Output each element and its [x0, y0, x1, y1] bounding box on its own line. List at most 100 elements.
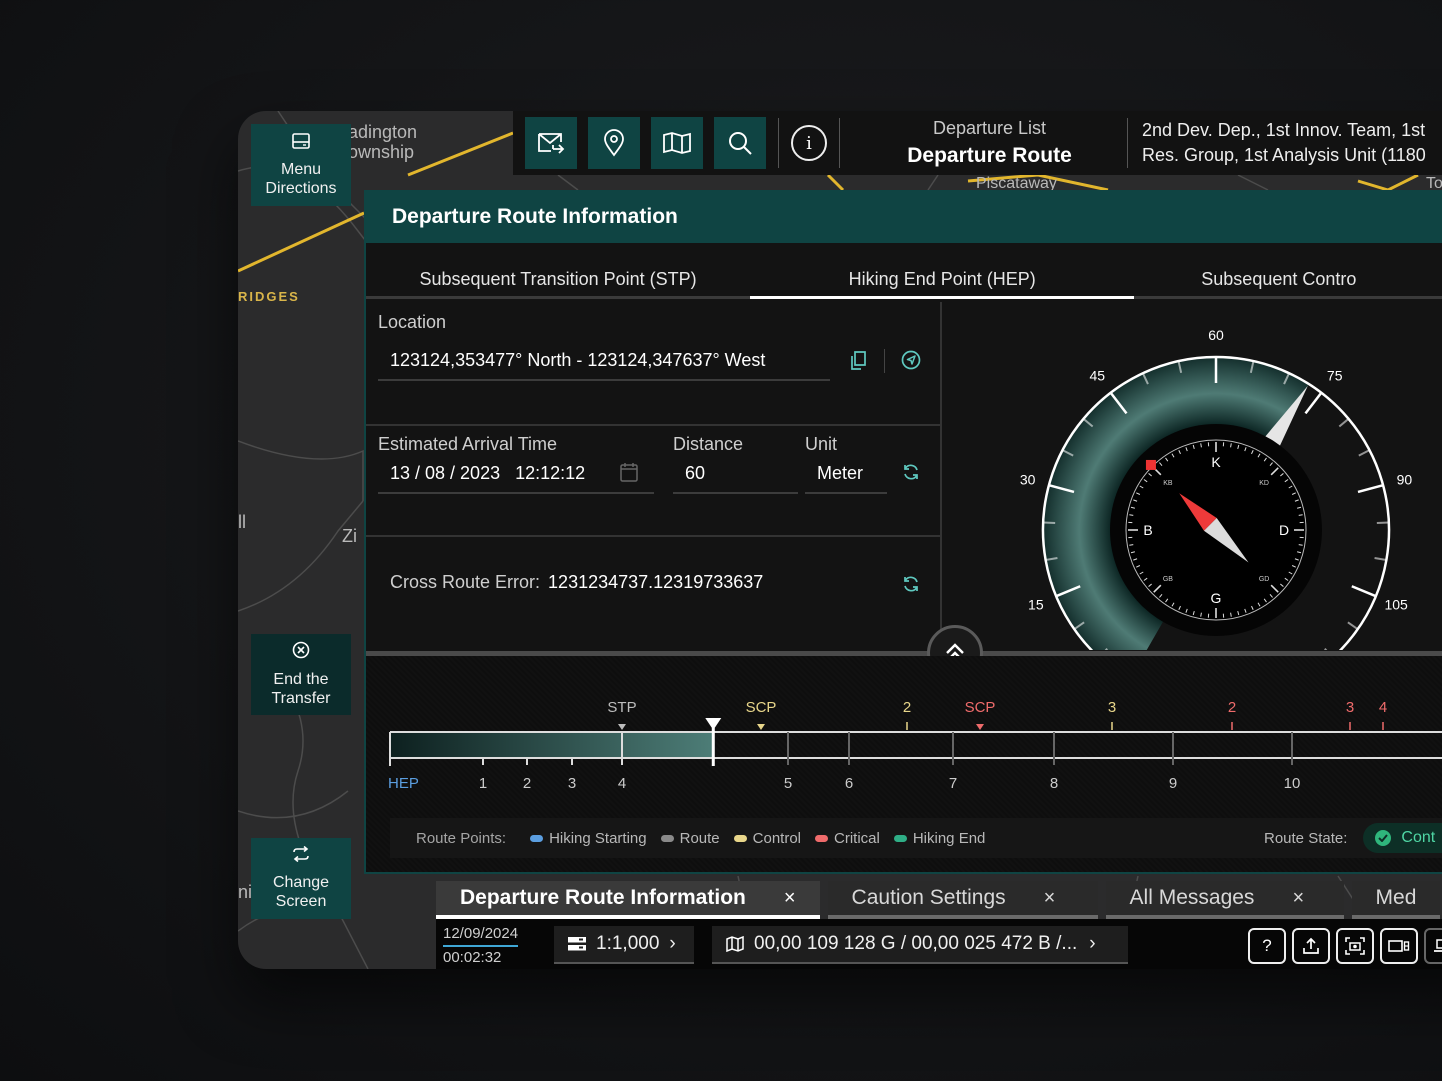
distance-label: Distance	[673, 434, 744, 454]
tab-hep[interactable]: Hiking End Point (HEP)	[750, 243, 1135, 299]
scale-icon	[568, 937, 586, 951]
chevron-right-icon: ›	[669, 933, 676, 954]
timeline-route-label: 4	[618, 775, 626, 792]
status-bar: 12/09/2024 00:02:32 1:1,000 › 00,00 109 …	[436, 919, 1442, 969]
legend-item-hiking-end: Hiking End	[893, 830, 985, 847]
change-screen-button[interactable]: Change Screen	[251, 838, 351, 919]
toolbar-divider	[839, 118, 840, 168]
gauge-minor-tick	[1338, 418, 1350, 428]
bottom-tab-all-messages[interactable]: All Messages ×	[1105, 881, 1344, 919]
timeline-marker-label: SCP	[746, 699, 777, 716]
route-state-value: Cont	[1401, 829, 1436, 846]
compass-tick	[1200, 443, 1202, 448]
end-transfer-button[interactable]: End the Transfer	[251, 634, 351, 715]
gauge-major-tick	[1357, 484, 1384, 494]
scale-selector[interactable]: 1:1,000 ›	[554, 926, 694, 964]
legend-item-critical: Critical	[815, 830, 880, 847]
tab-stp[interactable]: Subsequent Transition Point (STP)	[366, 243, 750, 296]
swap-icon	[291, 845, 311, 867]
map-button[interactable]	[651, 117, 703, 169]
panel-tabs: Subsequent Transition Point (STP) Hiking…	[366, 243, 1442, 299]
compass-intercardinal: GB	[1163, 576, 1173, 583]
unit-label: Unit	[805, 434, 838, 454]
compass-cardinal: B	[1143, 522, 1152, 538]
close-circle-icon	[292, 641, 310, 664]
timeline-route-label: 1	[479, 775, 487, 792]
unit-field[interactable]: Meter	[805, 460, 887, 494]
navigate-button[interactable]	[899, 348, 923, 372]
legend-swatch	[660, 834, 674, 842]
tab-label: All Messages	[1129, 886, 1255, 909]
bottom-tab-caution-settings[interactable]: Caution Settings ×	[827, 881, 1098, 919]
status-date[interactable]: 12/09/2024	[443, 923, 519, 947]
timeline-route-label: 9	[1169, 775, 1177, 792]
compass-tick	[1230, 443, 1232, 448]
location-button[interactable]	[588, 117, 640, 169]
calendar-icon	[620, 463, 638, 482]
departure-selector[interactable]: Departure List Departure Route	[852, 118, 1127, 168]
share-button[interactable]	[1292, 928, 1330, 964]
menu-directions-button[interactable]: Menu Directions	[251, 124, 351, 206]
eta-field[interactable]: 13 / 08 / 2023 12:12:12	[378, 460, 654, 494]
compass-tick	[1230, 612, 1232, 617]
timeline-marker-label: 2	[1228, 699, 1236, 716]
map-label: Zi	[342, 526, 357, 546]
legend-item-route: Route	[660, 830, 720, 847]
timeline-route-label: 6	[845, 775, 853, 792]
gauge-minor-tick	[1358, 449, 1370, 457]
search-button[interactable]	[714, 117, 766, 169]
laptop-button[interactable]	[1424, 928, 1442, 964]
top-toolbar: i Departure List Departure Route 2nd Dev…	[513, 111, 1442, 175]
coordinates-selector[interactable]: 00,00 109 128 G / 00,00 025 472 B /... ›	[712, 926, 1128, 964]
close-icon[interactable]: ×	[784, 887, 796, 910]
timeline-track: HEP 1 2 3 4 5 6 7 8 9 10 STP SCP 2 SCP 3 2 3 4	[388, 699, 1442, 792]
check-icon	[1375, 830, 1392, 846]
help-button[interactable]: ?	[1248, 928, 1286, 964]
gauge-minor-tick	[1374, 556, 1387, 562]
copy-button[interactable]	[846, 349, 870, 373]
location-pin-icon	[604, 129, 624, 157]
status-time[interactable]: 00:02:32	[443, 947, 501, 969]
timeline-marker-label: 3	[1346, 699, 1354, 716]
tab-label: Caution Settings	[851, 886, 1006, 909]
tab-subsequent-control[interactable]: Subsequent Contro	[1134, 243, 1442, 296]
info-button[interactable]: i	[791, 125, 827, 161]
display-button[interactable]	[1380, 928, 1418, 964]
calendar-button[interactable]	[618, 460, 640, 484]
close-icon[interactable]: ×	[1292, 887, 1304, 910]
mail-forward-button[interactable]	[525, 117, 577, 169]
help-icon: ?	[1262, 936, 1272, 955]
gauge-tick-label: 15	[1028, 597, 1044, 613]
timeline-route-label: 8	[1050, 775, 1058, 792]
bottom-tab-departure-route[interactable]: Departure Route Information ×	[436, 881, 820, 919]
search-icon	[729, 132, 752, 155]
bottom-tab-media[interactable]: Med	[1351, 881, 1441, 919]
timeline-marker-label: 4	[1379, 699, 1387, 716]
gauge-tick-label: 30	[1020, 472, 1036, 488]
chevron-right-icon: ›	[1089, 933, 1096, 954]
legend-swatch	[815, 834, 828, 842]
compass-marker	[1145, 459, 1156, 470]
refresh-icon	[904, 576, 918, 592]
route-state-badge: Cont	[1363, 823, 1442, 853]
timeline-marker-label: 3	[1108, 699, 1116, 716]
compass-intercardinal: GD	[1259, 576, 1270, 583]
close-icon[interactable]: ×	[1044, 887, 1056, 910]
legend-label: Control	[752, 829, 801, 847]
gauge-tick-label: 60	[1208, 327, 1224, 343]
gauge-major-tick	[1304, 391, 1323, 415]
refresh-unit-button[interactable]	[900, 460, 922, 484]
section-divider	[366, 424, 942, 426]
distance-field[interactable]: 60	[673, 460, 798, 494]
display-icon	[1388, 940, 1410, 952]
gauge-minor-tick	[1043, 521, 1056, 524]
details-column: Location 123124,353477° North - 123124,3…	[366, 302, 942, 654]
screenshot-button[interactable]	[1336, 928, 1374, 964]
refresh-error-button[interactable]	[900, 572, 922, 596]
map-label: ni	[238, 882, 253, 902]
map-label: ownship	[348, 142, 415, 162]
compass-tick	[1298, 514, 1303, 516]
location-field[interactable]: 123124,353477° North - 123124,347637° We…	[378, 347, 830, 381]
route-timeline: HEP 1 2 3 4 5 6 7 8 9 10 STP SCP 2 SCP 3 2 3 4 Route Point…	[366, 656, 1442, 872]
share-icon	[1303, 937, 1319, 954]
